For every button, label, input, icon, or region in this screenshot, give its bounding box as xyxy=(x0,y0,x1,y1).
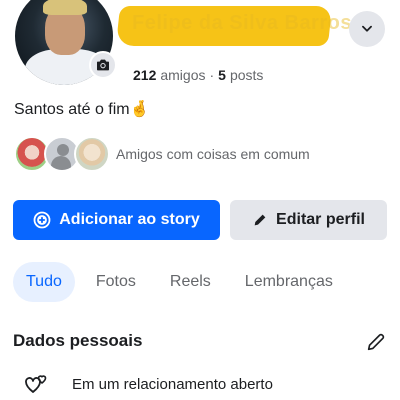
profile-options-button[interactable] xyxy=(349,11,385,47)
chevron-down-icon xyxy=(362,25,372,32)
friends-word[interactable]: amigos xyxy=(160,67,205,83)
relationship-status: Em um relacionamento aberto xyxy=(72,375,273,393)
edit-profile-label: Editar perfil xyxy=(276,211,365,228)
hearts-icon xyxy=(25,375,47,393)
stats-separator: · xyxy=(209,67,215,83)
tab-memories[interactable]: Lembranças xyxy=(232,262,346,302)
edit-profile-button[interactable]: Editar perfil xyxy=(230,200,387,240)
change-photo-button[interactable] xyxy=(89,51,117,79)
friends-count: 212 xyxy=(133,67,157,83)
tab-reels[interactable]: Reels xyxy=(157,262,224,302)
posts-count: 5 xyxy=(218,67,226,83)
friend-avatar[interactable] xyxy=(74,136,110,172)
personal-details-title: Dados pessoais xyxy=(13,331,143,350)
profile-tabs: Tudo Fotos Reels Lembranças xyxy=(13,262,354,302)
add-to-story-button[interactable]: Adicionar ao story xyxy=(13,200,220,240)
profile-bio: Santos até o fim🤞 xyxy=(14,101,150,118)
tab-photos[interactable]: Fotos xyxy=(83,262,149,302)
mutual-friends-row[interactable]: Amigos com coisas em comum xyxy=(14,136,310,172)
profile-stats: 212 amigos · 5 posts xyxy=(133,67,263,83)
profile-name: Felipe da Silva Barros xyxy=(132,12,352,34)
add-to-story-label: Adicionar ao story xyxy=(59,211,200,228)
relationship-row: Em um relacionamento aberto xyxy=(24,372,273,396)
mutual-friends-label[interactable]: Amigos com coisas em comum xyxy=(116,146,310,162)
posts-word: posts xyxy=(229,67,264,83)
add-story-icon xyxy=(33,211,51,229)
edit-details-pencil-icon[interactable] xyxy=(365,331,387,353)
tab-all[interactable]: Tudo xyxy=(13,262,75,302)
camera-icon xyxy=(97,59,109,71)
pencil-icon xyxy=(254,214,266,226)
